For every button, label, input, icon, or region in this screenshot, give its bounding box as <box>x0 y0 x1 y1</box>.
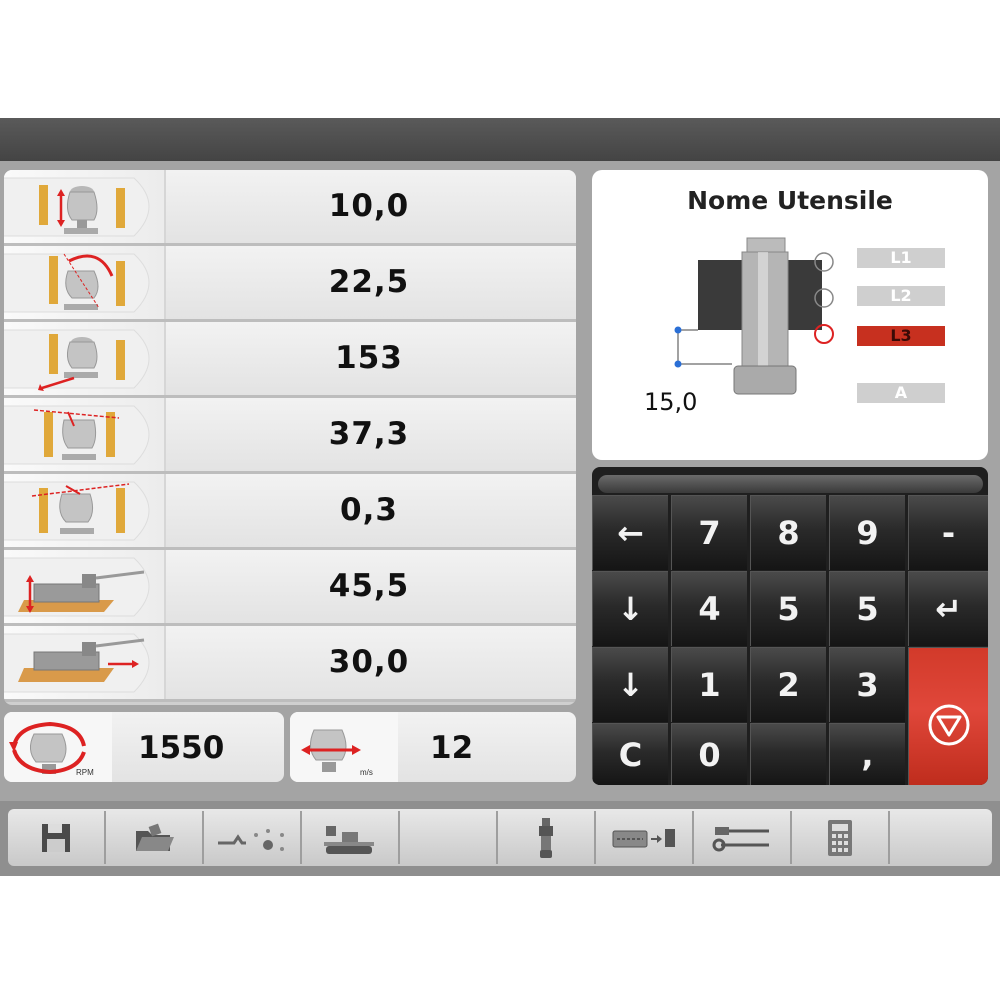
keyboard-export-icon <box>612 828 675 847</box>
key-4[interactable]: 4 <box>671 571 747 646</box>
key-5-duplicate[interactable]: 5 <box>829 571 905 646</box>
machine-screen: 10,0 22,5 153 37,3 0,3 45,5 30,0 RPM 155… <box>0 118 1000 876</box>
param-row-horizontal-offset[interactable]: 153 <box>4 322 576 398</box>
keypad-display <box>598 475 983 493</box>
carriage-height-icon <box>4 550 166 623</box>
bottom-toolbar <box>0 801 1000 876</box>
key-9[interactable]: 9 <box>829 495 905 570</box>
key-minus[interactable]: - <box>908 495 988 570</box>
tool-panel: Nome Utensile L1 L2 L3 A 15,0 <box>592 170 988 460</box>
param-row-top-offset[interactable]: 37,3 <box>4 398 576 474</box>
empty-toolbar-slot[interactable] <box>400 811 498 864</box>
key-0[interactable]: 0 <box>671 723 747 785</box>
tilt-angle-value: 22,5 <box>328 264 410 300</box>
empty-toolbar-slot-2[interactable] <box>890 811 986 864</box>
spindle-speed-value: 1550 <box>138 730 225 766</box>
key-7[interactable]: 7 <box>671 495 747 570</box>
machine-lock-icon <box>324 825 374 854</box>
save-icon <box>42 823 70 852</box>
horizontal-offset-value: 153 <box>335 340 403 376</box>
ms-unit-label: m/s <box>360 768 373 777</box>
tool-dimension-value: 15,0 <box>644 388 698 416</box>
feed-speed-box[interactable]: m/s 12 <box>290 712 576 782</box>
param-row-vertical-offset[interactable]: 10,0 <box>4 170 576 246</box>
numeric-keypad: ← 7 8 9 - ↓ 4 5 5 ↵ ↓ 1 2 3 C 0 , <box>592 467 988 785</box>
vertical-offset-value: 10,0 <box>328 188 410 224</box>
param-row-carriage-travel[interactable]: 30,0 <box>4 626 576 702</box>
level-a-button[interactable]: A <box>857 383 945 403</box>
carriage-travel-icon <box>4 626 166 699</box>
key-down-arrow-2[interactable]: ↓ <box>592 647 668 722</box>
key-down-arrow[interactable]: ↓ <box>592 571 668 646</box>
open-folder-icon <box>136 823 174 851</box>
calculator-button[interactable] <box>792 811 890 864</box>
carriage-travel-value: 30,0 <box>328 644 410 680</box>
top-offset-value: 37,3 <box>328 416 410 452</box>
wrench-settings-icon <box>712 826 769 851</box>
settings-button[interactable] <box>694 811 792 864</box>
level-l1-button[interactable]: L1 <box>857 248 945 268</box>
carriage-height-value: 45,5 <box>328 568 410 604</box>
key-8[interactable]: 8 <box>750 495 826 570</box>
tool-name-title: Nome Utensile <box>687 186 893 215</box>
stop-button[interactable] <box>908 647 988 785</box>
key-2[interactable]: 2 <box>750 647 826 722</box>
feed-speed-value: 12 <box>430 730 474 766</box>
level-l2-button[interactable]: L2 <box>857 286 945 306</box>
param-row-angle-offset[interactable]: 0,3 <box>4 474 576 550</box>
title-bar <box>0 118 1000 161</box>
key-clear[interactable]: C <box>592 723 668 785</box>
angle-offset-value: 0,3 <box>340 492 398 528</box>
tilt-angle-icon <box>4 246 166 319</box>
toolbar-strip <box>8 809 992 866</box>
key-3[interactable]: 3 <box>829 647 905 722</box>
tool-diagram <box>674 237 834 395</box>
key-comma[interactable]: , <box>829 723 905 785</box>
angle-offset-icon <box>4 474 166 547</box>
machine-lock-button[interactable] <box>302 811 400 864</box>
key-1[interactable]: 1 <box>671 647 747 722</box>
horizontal-offset-icon <box>4 322 166 395</box>
open-folder-button[interactable] <box>106 811 204 864</box>
spindle-speed-box[interactable]: RPM 1550 <box>4 712 284 782</box>
spindle-rotation-icon: RPM <box>4 712 112 782</box>
vertical-offset-icon <box>4 170 166 243</box>
feed-speed-icon: m/s <box>290 712 398 782</box>
parameter-panel: 10,0 22,5 153 37,3 0,3 45,5 30,0 <box>4 170 576 705</box>
key-enter[interactable]: ↵ <box>908 571 988 646</box>
tool-path-icon <box>218 828 284 851</box>
keyboard-export-button[interactable] <box>596 811 694 864</box>
calculator-icon <box>828 819 852 856</box>
key-backspace[interactable]: ← <box>592 495 668 570</box>
key-empty[interactable] <box>750 723 826 785</box>
key-5[interactable]: 5 <box>750 571 826 646</box>
rpm-unit-label: RPM <box>76 768 94 777</box>
tool-path-button[interactable] <box>204 811 302 864</box>
spindle-tool-button[interactable] <box>498 811 596 864</box>
stop-icon <box>928 704 969 745</box>
top-offset-icon <box>4 398 166 471</box>
level-l3-button[interactable]: L3 <box>857 326 945 346</box>
param-row-tilt-angle[interactable]: 22,5 <box>4 246 576 322</box>
param-row-carriage-height[interactable]: 45,5 <box>4 550 576 626</box>
save-button[interactable] <box>8 811 106 864</box>
spindle-tool-icon <box>539 817 553 858</box>
